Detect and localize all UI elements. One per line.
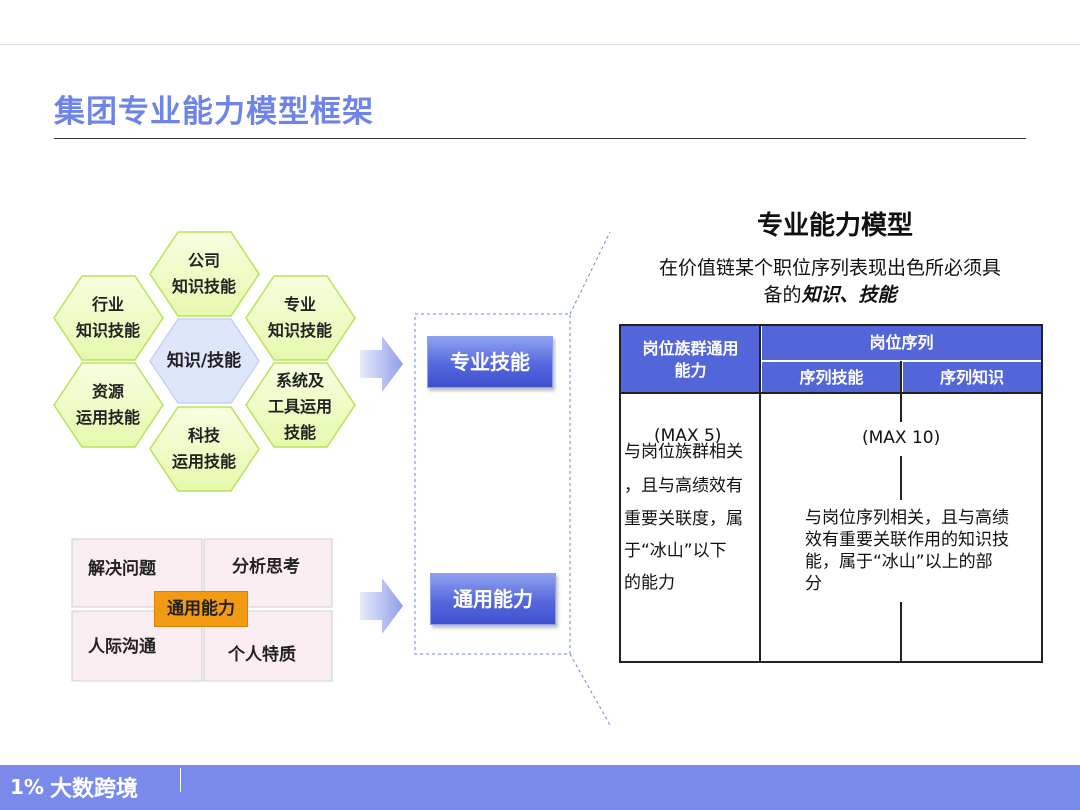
table-col1-line1: 与岗位族群相关 — [624, 442, 743, 462]
table-header-general-text: 岗位族群通用能力 — [642, 338, 739, 380]
model-desc-line2: 备的知识、技能 — [620, 282, 1040, 309]
general-ability-button[interactable]: 通用能力 — [430, 573, 556, 625]
table-header-sequence-knowledge: 序列知识 — [903, 361, 1041, 393]
grid-label-communication: 人际沟通 — [88, 637, 156, 657]
hex-center-label: 知识/技能 — [166, 351, 242, 371]
model-heading: 专业能力模型 — [756, 211, 913, 241]
arrow-to-professional — [360, 336, 403, 392]
table-subheader-line — [762, 360, 1041, 361]
table-col1-line5: 的能力 — [624, 573, 675, 593]
model-desc-emphasis: 知识、技能 — [801, 284, 897, 306]
hex-upper-right-label: 专业 知识技能 — [267, 295, 332, 340]
footer-brand: 大数跨境 — [49, 777, 138, 802]
hex-bottom-label: 科技 运用技能 — [171, 426, 236, 471]
table-col-divider-2-mid — [900, 456, 902, 500]
table-col1-line2: ，且与高绩效有 — [624, 476, 743, 496]
zoom-line-bottom — [569, 653, 611, 726]
professional-skills-button[interactable]: 专业技能 — [427, 336, 553, 388]
table-header-bottom-line — [621, 392, 1041, 394]
table-header-sequence-group: 岗位序列 — [762, 326, 1041, 360]
table-col1-line3: 重要关联度，属 — [624, 509, 743, 529]
table-header-general: 岗位族群通用能力 — [621, 326, 760, 393]
hex-upper-left-label: 行业 知识技能 — [75, 295, 140, 340]
footer-logo: 1% 大数跨境 — [10, 771, 138, 803]
table-col-divider-2-bottom — [900, 602, 902, 663]
brand-mark-icon: 1% — [10, 775, 44, 799]
table-col-divider-1 — [759, 324, 761, 663]
grid-label-traits: 个人特质 — [228, 645, 296, 665]
model-desc-line1: 在价值链某个职位序列表现出色所必须具 — [658, 257, 1001, 279]
hex-top-label: 公司 知识技能 — [171, 251, 236, 296]
table-col23-max: (MAX 10) — [862, 428, 941, 448]
table-header-sequence-skills: 序列技能 — [762, 361, 901, 393]
footer-bar — [0, 765, 1080, 810]
table-col23-line4: 分 — [805, 574, 822, 594]
zoom-line-top — [569, 231, 611, 315]
hex-lower-right-label: 系统及 工具运用 技能 — [267, 371, 332, 442]
model-description: 在价值链某个职位序列表现出色所必须具 备的知识、技能 — [620, 255, 1040, 309]
grid-label-problem-solving: 解决问题 — [88, 559, 156, 579]
table-col23-line1: 与岗位序列相关，且与高绩 — [805, 508, 1009, 528]
hex-lower-left-label: 资源 运用技能 — [75, 382, 140, 427]
table-col-divider-2-top — [900, 360, 902, 422]
general-ability-badge: 通用能力 — [154, 591, 248, 627]
table-col1-text-clipped: 与岗位族群相关 — [624, 442, 756, 464]
table-col23-line2: 效有重要关联作用的知识技 — [805, 530, 1009, 550]
table-col1-line4: 于“冰山”以下 — [624, 541, 727, 561]
table-col23-line3: 能，属于“冰山”以上的部 — [805, 552, 993, 572]
grid-label-analysis: 分析思考 — [232, 557, 300, 577]
footer-separator — [180, 768, 181, 792]
model-desc-prefix: 备的 — [763, 284, 802, 306]
arrow-to-general — [360, 578, 403, 634]
